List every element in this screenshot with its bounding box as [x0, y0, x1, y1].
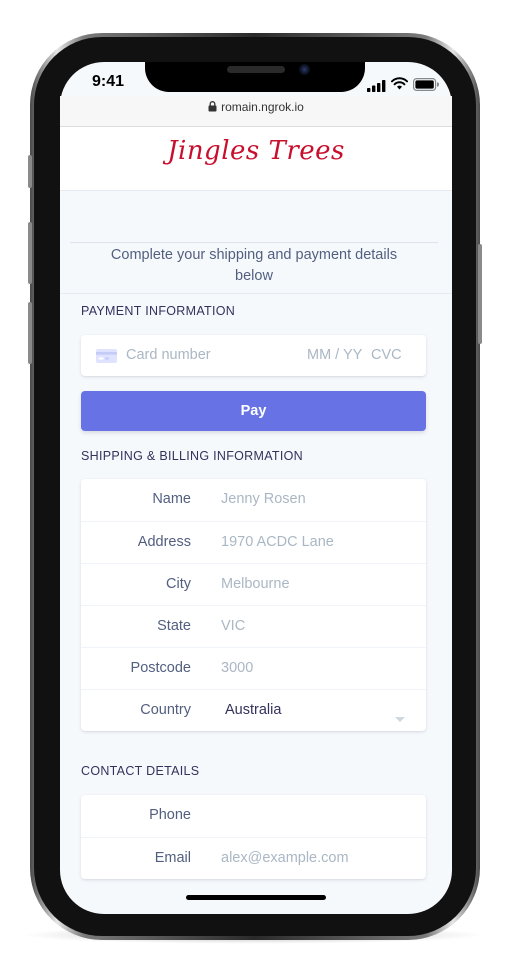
field-label: State: [157, 618, 191, 634]
contact-form: Phone Email alex@example.com: [81, 795, 426, 879]
field-label: Phone: [149, 807, 191, 823]
card-input[interactable]: Card number MM / YY CVC: [81, 335, 426, 376]
pay-button[interactable]: Pay: [81, 391, 426, 431]
speaker-grille: [227, 66, 285, 73]
country-field[interactable]: Country Australia: [81, 689, 426, 731]
front-camera: [299, 64, 310, 75]
volume-up-button: [28, 222, 32, 284]
chevron-down-icon[interactable]: [395, 708, 405, 727]
postcode-input[interactable]: 3000: [221, 660, 253, 676]
brand-logo: Jingles Trees: [167, 136, 345, 166]
divider: [70, 242, 438, 243]
shipping-section-title: SHIPPING & BILLING INFORMATION: [81, 449, 303, 463]
lock-icon: [208, 101, 217, 115]
city-field[interactable]: City Melbourne: [81, 563, 426, 605]
shipping-form: Name Jenny Rosen Address 1970 ACDC Lane …: [81, 479, 426, 731]
field-label: Email: [154, 850, 191, 866]
name-field[interactable]: Name Jenny Rosen: [81, 479, 426, 521]
brand-header: Jingles Trees: [60, 127, 452, 191]
state-input[interactable]: VIC: [221, 618, 245, 634]
field-label: Country: [140, 702, 191, 718]
card-number-input[interactable]: Card number: [126, 347, 211, 363]
phone-field[interactable]: Phone: [81, 795, 426, 837]
intro-text: Complete your shipping and payment detai…: [110, 247, 398, 284]
card-cvc-input[interactable]: CVC: [371, 347, 402, 363]
browser-url: romain.ngrok.io: [221, 100, 304, 114]
field-label: Name: [152, 491, 191, 507]
field-label: Address: [137, 534, 191, 550]
wifi-icon: [391, 75, 408, 94]
email-field[interactable]: Email alex@example.com: [81, 837, 426, 879]
country-select[interactable]: Australia: [225, 702, 281, 718]
state-field[interactable]: State VIC: [81, 605, 426, 647]
volume-down-button: [28, 302, 32, 364]
mute-switch: [28, 155, 32, 188]
name-input[interactable]: Jenny Rosen: [221, 491, 306, 507]
credit-card-icon: [96, 348, 117, 367]
status-time: 9:41: [92, 73, 125, 90]
power-button: [478, 244, 482, 344]
address-field[interactable]: Address 1970 ACDC Lane: [81, 521, 426, 563]
field-label: Postcode: [130, 660, 191, 676]
city-input[interactable]: Melbourne: [221, 576, 290, 592]
battery-icon: [413, 76, 440, 95]
postcode-field[interactable]: Postcode 3000: [81, 647, 426, 689]
field-label: City: [166, 576, 191, 592]
email-input[interactable]: alex@example.com: [221, 850, 349, 866]
payment-section-title: PAYMENT INFORMATION: [81, 304, 236, 318]
divider: [60, 293, 452, 294]
browser-address-bar[interactable]: romain.ngrok.io: [60, 96, 452, 127]
signal-icon: [367, 77, 386, 96]
home-indicator[interactable]: [186, 895, 326, 900]
contact-section-title: CONTACT DETAILS: [81, 764, 200, 778]
card-expiry-input[interactable]: MM / YY: [307, 347, 362, 363]
address-input[interactable]: 1970 ACDC Lane: [221, 534, 334, 550]
